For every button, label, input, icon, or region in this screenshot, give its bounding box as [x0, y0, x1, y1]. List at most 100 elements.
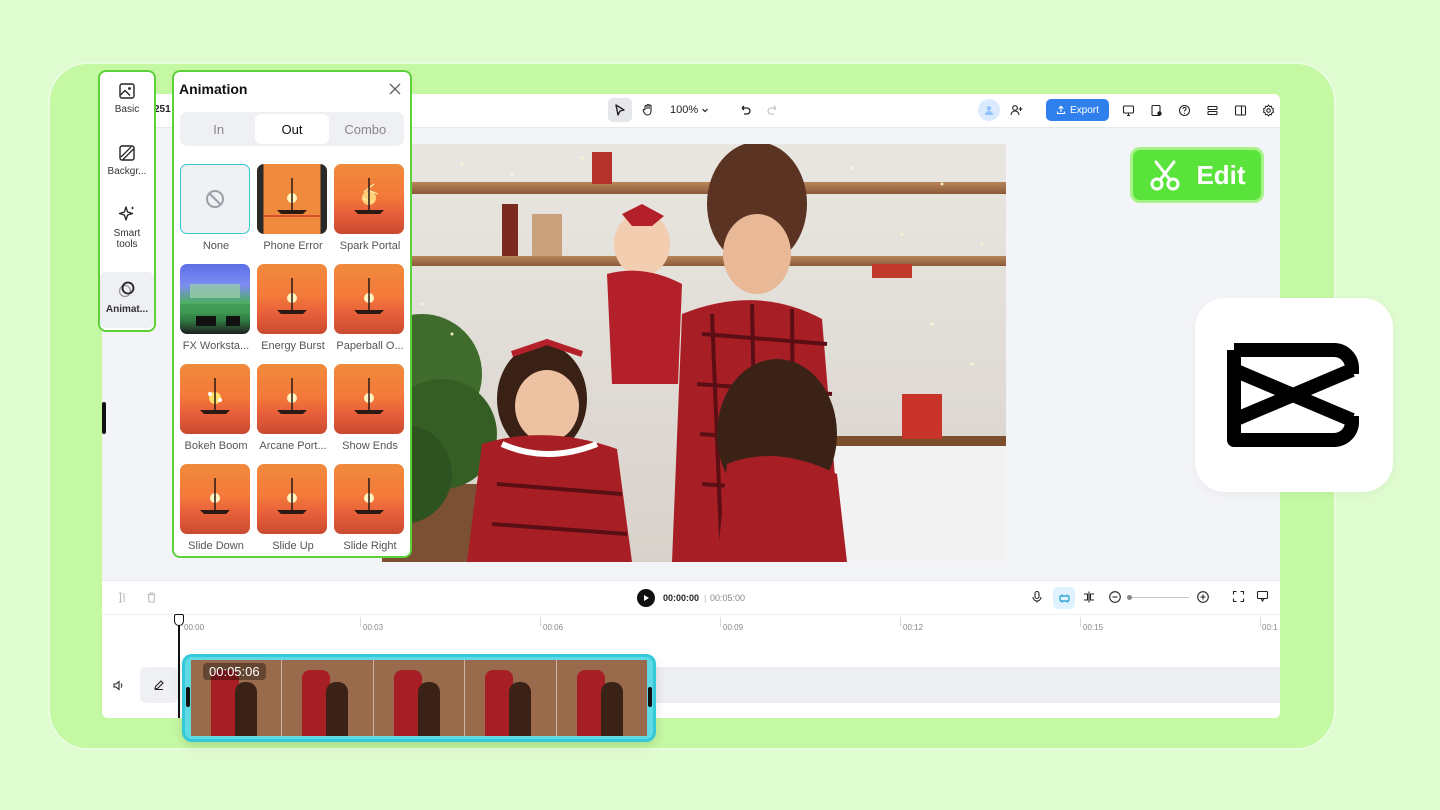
right-toolbar: Export: [978, 98, 1280, 122]
comment-button[interactable]: [1256, 590, 1269, 608]
present-button[interactable]: [1117, 98, 1141, 122]
edit-badge: Edit: [1130, 147, 1264, 203]
tick-line: [540, 617, 541, 627]
animation-label: Bokeh Boom: [184, 440, 248, 452]
animation-item-slide-up[interactable]: Slide Up: [257, 464, 329, 552]
preview-photo[interactable]: [382, 144, 1006, 562]
playhead-handle[interactable]: [174, 614, 184, 626]
add-user-icon: [1009, 104, 1022, 115]
sidebar-item-label: Animat...: [105, 304, 149, 315]
sunset-boat-thumbnail: [277, 378, 307, 414]
animation-item-show-ends[interactable]: Show Ends: [334, 364, 406, 452]
microphone-icon: [1032, 590, 1042, 603]
animation-thumbnail: [334, 164, 404, 234]
clip-trim-right-handle[interactable]: [648, 687, 652, 707]
clip-trim-left-handle[interactable]: [186, 687, 190, 707]
sidebar-item-label: Backgr...: [107, 166, 147, 177]
collapse-handle[interactable]: [102, 402, 106, 434]
sunset-boat-thumbnail: [354, 378, 384, 414]
zoom-value: 100%: [670, 104, 699, 116]
animation-item-energy-burst[interactable]: Energy Burst: [257, 264, 329, 352]
zoom-slider[interactable]: [1127, 595, 1189, 600]
animation-item-fx-workstation[interactable]: FX Worksta...: [180, 264, 252, 352]
fullscreen-button[interactable]: [1232, 590, 1245, 608]
sunset-boat-thumbnail: [263, 178, 321, 217]
zoom-in-button[interactable]: [1196, 590, 1210, 609]
animation-item-paperball[interactable]: Paperball O...: [334, 264, 406, 352]
sidebar-item-background[interactable]: Backgr...: [100, 144, 154, 190]
play-button[interactable]: [637, 589, 655, 607]
tab-in[interactable]: In: [182, 114, 255, 144]
split-button[interactable]: [116, 591, 129, 609]
stack-icon: [1207, 105, 1218, 115]
animation-item-bokeh-boom[interactable]: Bokeh Boom: [180, 364, 252, 452]
layers-button[interactable]: [1201, 98, 1225, 122]
panel-title: Animation: [179, 81, 248, 97]
zoom-slider-handle[interactable]: [1127, 595, 1132, 600]
capcut-logo-icon: [1227, 343, 1359, 447]
animation-item-slide-right[interactable]: Slide Right: [334, 464, 406, 552]
current-time: 00:00:00: [663, 593, 700, 603]
sunset-boat-thumbnail: [277, 278, 307, 314]
magnet-snap-button[interactable]: [1053, 587, 1075, 609]
zoom-out-button[interactable]: [1108, 590, 1122, 609]
track-mute-button[interactable]: [112, 679, 125, 697]
file-check-icon: [1151, 104, 1163, 116]
animation-label: Energy Burst: [261, 340, 325, 352]
timeline-ruler[interactable]: 00:00 00:03 00:06 00:09 00:12 00:15 00:1: [102, 615, 1280, 633]
export-label: Export: [1070, 104, 1099, 116]
animation-item-arcane-portal[interactable]: Arcane Port...: [257, 364, 329, 452]
tick-line: [1080, 617, 1081, 627]
hand-tool-button[interactable]: [636, 98, 660, 122]
close-button[interactable]: [388, 82, 402, 96]
export-button[interactable]: Export: [1046, 99, 1109, 121]
delete-button[interactable]: [145, 591, 158, 609]
sidebar-item-smart-tools[interactable]: Smart tools: [100, 204, 154, 262]
clip-frame: [282, 660, 374, 736]
split-icon: [119, 592, 125, 603]
redo-icon: [767, 105, 777, 115]
panel-toggle-button[interactable]: [1229, 98, 1253, 122]
save-status-button[interactable]: [1145, 98, 1169, 122]
zoom-dropdown[interactable]: 100%: [664, 104, 715, 116]
clip-frame: [373, 660, 466, 736]
tick-label: 00:12: [903, 623, 924, 632]
animation-thumbnail: [334, 364, 404, 434]
undo-button[interactable]: [733, 98, 757, 122]
project-name[interactable]: 251: [154, 104, 171, 115]
sidebar-item-animation[interactable]: Animat...: [100, 272, 154, 328]
video-clip[interactable]: 00:05:06: [182, 654, 656, 742]
clip-frame: [556, 660, 648, 736]
settings-button[interactable]: [1257, 98, 1280, 122]
tab-out[interactable]: Out: [255, 114, 329, 144]
animation-tabs: In Out Combo: [180, 112, 404, 146]
select-tool-button[interactable]: [608, 98, 632, 122]
sidebar-item-basic[interactable]: Basic: [100, 82, 154, 128]
animation-label: FX Worksta...: [182, 340, 250, 352]
user-avatar[interactable]: [978, 99, 1000, 121]
split-clip-button[interactable]: [1082, 590, 1096, 609]
invite-button[interactable]: [1004, 98, 1028, 122]
animation-item-none[interactable]: None: [180, 164, 252, 252]
animation-thumbnail: [180, 464, 250, 534]
redo-button[interactable]: [761, 98, 785, 122]
edit-label: Edit: [1196, 159, 1246, 190]
animation-item-slide-down[interactable]: Slide Down: [180, 464, 252, 552]
animation-thumbnail: [257, 464, 327, 534]
chevron-down-icon: [702, 108, 709, 113]
record-button[interactable]: [1030, 590, 1044, 609]
trash-icon: [147, 592, 156, 603]
tick-line: [360, 617, 361, 627]
speaker-icon: [113, 680, 123, 691]
animation-label: Slide Right: [343, 540, 397, 552]
animation-item-spark-portal[interactable]: Spark Portal: [334, 164, 406, 252]
family-photo-image: [382, 144, 1006, 562]
tick-line: [900, 617, 901, 627]
playhead[interactable]: [178, 616, 180, 718]
animation-item-phone-error[interactable]: Phone Error: [257, 164, 329, 252]
timeline-controls: 00:00:00 | 00:05:00: [102, 581, 1280, 615]
tab-combo[interactable]: Combo: [329, 114, 402, 144]
tick-label: 00:00: [184, 623, 205, 632]
help-button[interactable]: [1173, 98, 1197, 122]
track-edit-button[interactable]: [140, 667, 178, 703]
